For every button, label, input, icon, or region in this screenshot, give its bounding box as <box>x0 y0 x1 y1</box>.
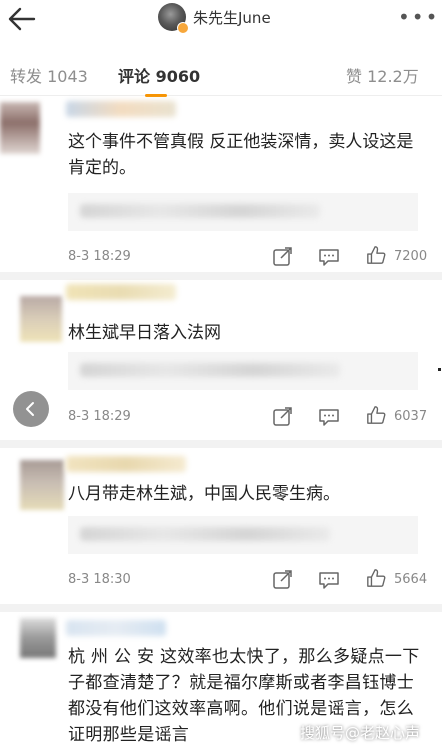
like-count: 6037 <box>394 409 428 424</box>
reply-preview[interactable] <box>68 516 418 554</box>
comment-icon[interactable] <box>318 570 340 590</box>
avatar[interactable] <box>20 618 56 658</box>
thumbs-up-icon[interactable] <box>365 245 387 265</box>
verified-badge-icon <box>177 22 189 34</box>
chevron-left-icon <box>26 402 34 416</box>
active-tab-indicator <box>145 94 167 97</box>
commenter-name[interactable] <box>66 456 186 472</box>
watermark: 搜狐号@老赵心声 <box>300 724 421 742</box>
reply-preview[interactable] <box>68 193 418 231</box>
comment-text: 这个事件不管真假 反正他装深情，卖人设这是肯定的。 <box>68 132 414 178</box>
share-icon[interactable] <box>272 570 294 590</box>
comment-time: 8-3 18:29 <box>68 249 131 264</box>
share-icon[interactable] <box>272 247 294 267</box>
comment-text: 八月带走林生斌，中国人民零生病。 <box>68 484 340 504</box>
reply-preview[interactable] <box>68 352 418 390</box>
top-bar: 朱先生June ••• <box>0 0 442 38</box>
back-arrow-icon[interactable] <box>6 6 36 32</box>
scrollbar[interactable] <box>438 368 441 371</box>
comment-time: 8-3 18:29 <box>68 409 131 424</box>
tab-reposts[interactable]: 转发 1043 <box>10 63 88 87</box>
comment-icon[interactable] <box>318 247 340 267</box>
avatar[interactable] <box>20 296 62 342</box>
thumbs-up-icon[interactable] <box>365 568 387 588</box>
float-back-button[interactable] <box>13 391 49 427</box>
like-count: 5664 <box>394 572 428 587</box>
divider <box>0 440 442 448</box>
comment-text: 林生斌早日落入法网 <box>68 323 221 343</box>
like-count: 7200 <box>394 249 428 264</box>
commenter-name[interactable] <box>66 284 176 300</box>
comment-time: 8-3 18:30 <box>68 572 131 587</box>
author-name[interactable]: 朱先生June <box>193 7 271 28</box>
avatar[interactable] <box>0 102 40 154</box>
avatar[interactable] <box>20 460 64 510</box>
tab-comments[interactable]: 评论 9060 <box>118 63 200 87</box>
commenter-name[interactable] <box>66 101 176 117</box>
more-dots-icon[interactable]: ••• <box>398 7 439 27</box>
comment-icon[interactable] <box>318 407 340 427</box>
share-icon[interactable] <box>272 407 294 427</box>
tab-likes[interactable]: 赞 12.2万 <box>346 63 419 87</box>
thumbs-up-icon[interactable] <box>365 405 387 425</box>
commenter-name[interactable] <box>66 620 166 636</box>
divider <box>0 272 442 280</box>
divider <box>0 604 442 612</box>
tab-bar: 转发 1043 评论 9060 赞 12.2万 <box>0 55 442 96</box>
